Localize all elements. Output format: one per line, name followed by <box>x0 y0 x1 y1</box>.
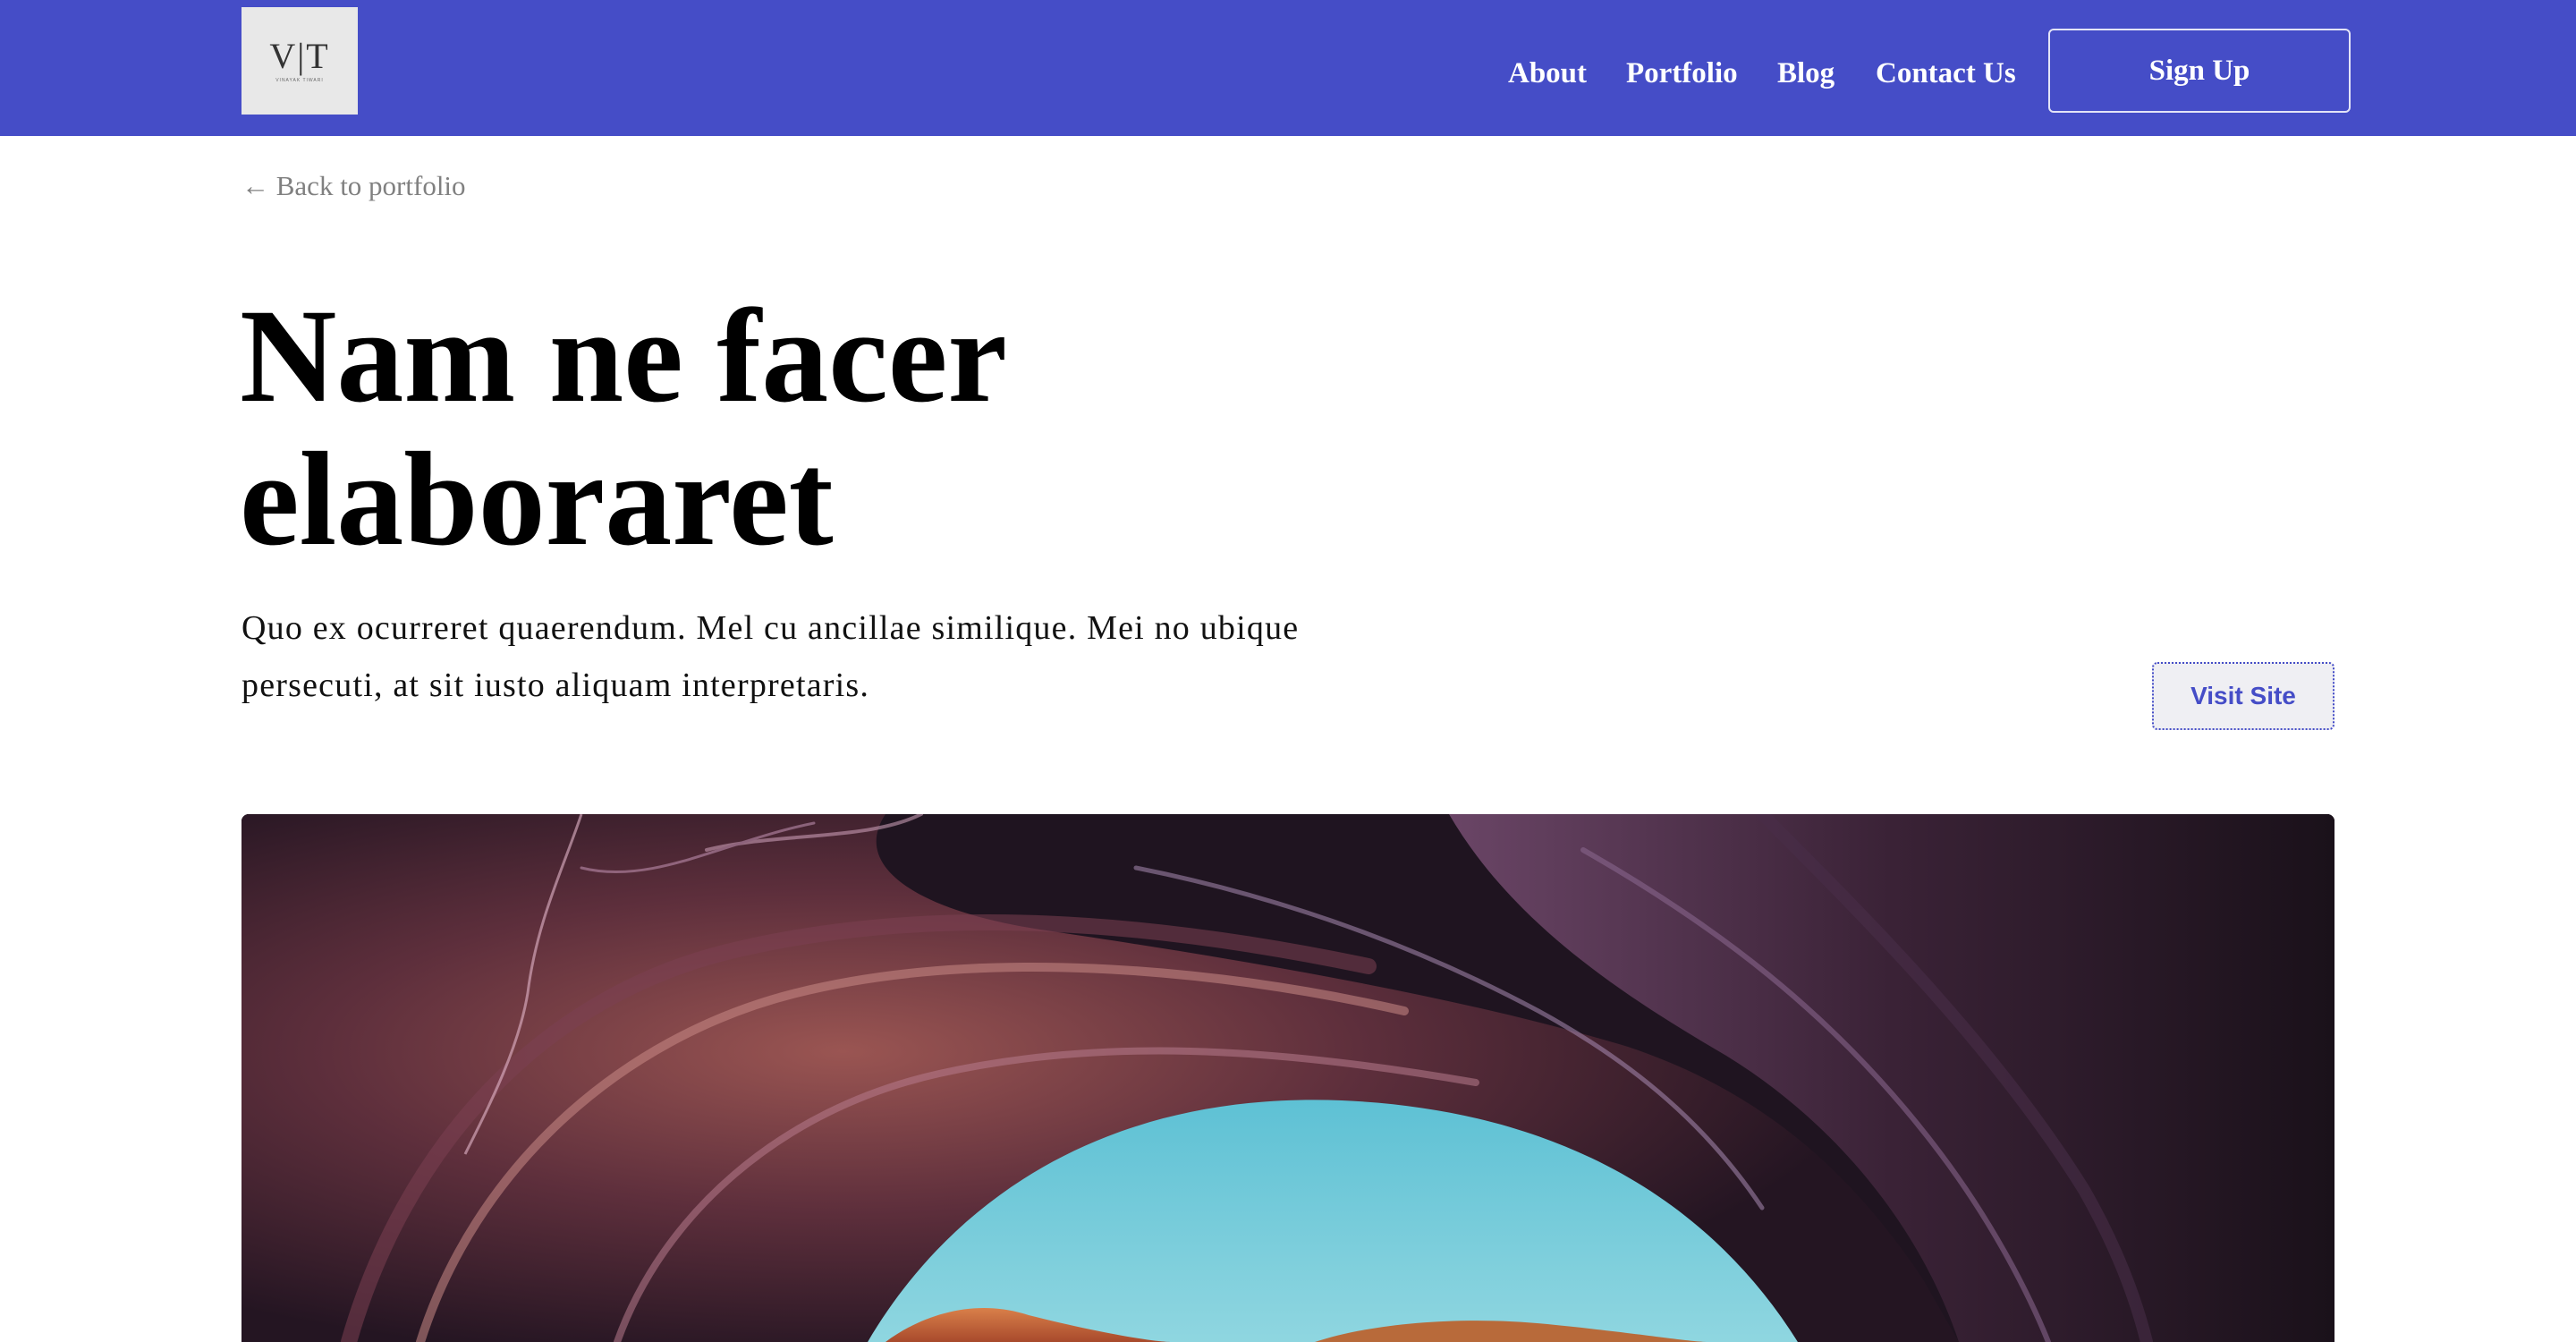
canyon-arch-illustration <box>242 814 2334 1342</box>
sign-up-button[interactable]: Sign Up <box>2048 29 2351 113</box>
back-link-label: Back to portfolio <box>275 170 466 201</box>
project-description: Quo ex ocurreret quaerendum. Mel cu anci… <box>242 609 1300 704</box>
site-header: V|T VINAYAK TIWARI About Portfolio Blog … <box>0 0 2576 136</box>
project-hero-image <box>242 814 2334 1342</box>
visit-site-button[interactable]: Visit Site <box>2152 662 2334 730</box>
arrow-left-icon: ← <box>242 170 269 201</box>
nav-link-contact-us[interactable]: Contact Us <box>1876 55 2016 91</box>
nav-link-portfolio[interactable]: Portfolio <box>1626 55 1738 91</box>
nav-link-about[interactable]: About <box>1508 55 1587 91</box>
nav-link-blog[interactable]: Blog <box>1777 55 1835 91</box>
project-title: Nam ne facer elaboraret <box>240 282 1005 573</box>
back-to-portfolio-link[interactable]: ← Back to portfolio <box>242 170 466 202</box>
